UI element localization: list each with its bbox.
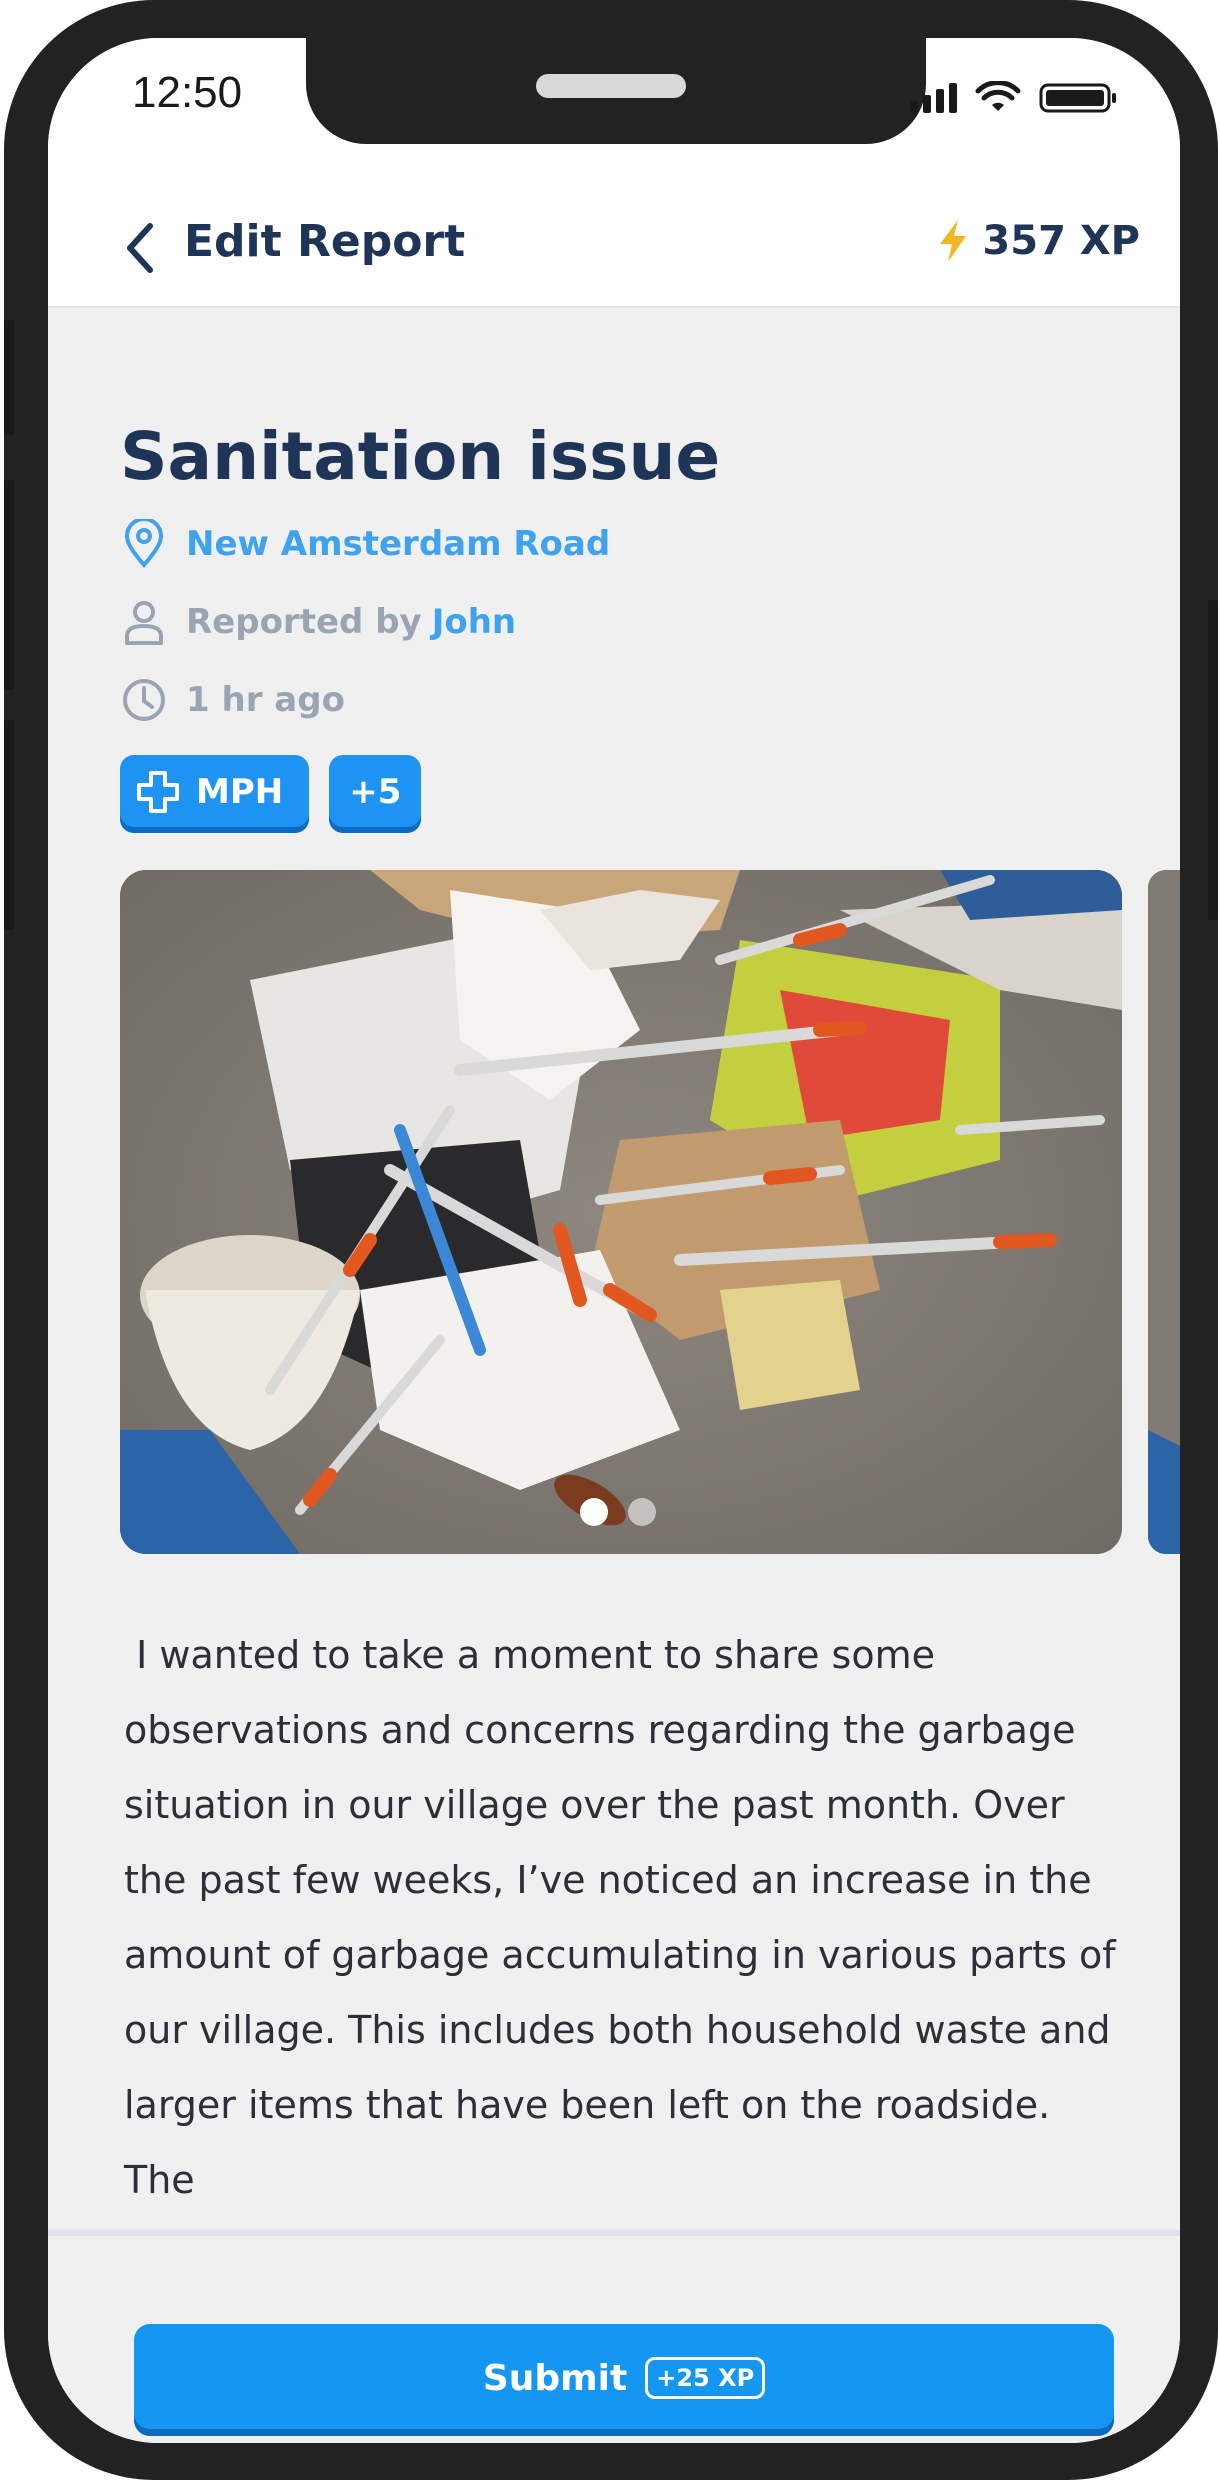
tag-list: MPH +5 (120, 755, 422, 833)
location-label: New Amsterdam Road (186, 524, 611, 564)
xp-counter: 357 XP (936, 218, 1140, 264)
carousel-dots (580, 1498, 656, 1526)
submit-label: Submit (482, 2357, 628, 2399)
time-ago-label: 1 hr ago (186, 680, 345, 720)
tag-more-label: +5 (349, 772, 402, 812)
report-description: I wanted to take a moment to share some … (124, 1633, 1128, 2202)
silent-switch (4, 320, 14, 435)
carousel-dot[interactable] (628, 1498, 656, 1526)
wifi-icon (975, 81, 1021, 111)
lightning-icon (940, 220, 967, 262)
back-button[interactable] (120, 218, 160, 278)
tag-more[interactable]: +5 (329, 755, 422, 833)
next-photo-preview[interactable] (1148, 870, 1180, 1554)
footer: Submit +25 XP (48, 2230, 1180, 2443)
page-title: Edit Report (184, 216, 466, 267)
app-header: Edit Report 357 XP (48, 178, 1180, 308)
medical-cross-icon (136, 770, 180, 814)
location-pin-icon (120, 519, 168, 569)
status-icons (910, 78, 1119, 118)
reported-by-label: Reported by (186, 602, 422, 642)
signal-icon (910, 83, 957, 113)
screen: 12:50 Edit Report 357 XP Sanitation issu… (48, 38, 1180, 2443)
chevron-left-icon (127, 223, 153, 273)
time-row: 1 hr ago (120, 676, 345, 724)
volume-up-button (4, 480, 14, 690)
carousel-dot[interactable] (580, 1498, 608, 1526)
photo-carousel[interactable] (120, 870, 1180, 1554)
report-title: Sanitation issue (120, 418, 721, 495)
status-bar: 12:50 (48, 38, 1180, 178)
phone-frame: 12:50 Edit Report 357 XP Sanitation issu… (4, 0, 1218, 2480)
xp-value: 357 XP (982, 218, 1140, 264)
user-icon (120, 598, 168, 646)
volume-down-button (4, 720, 14, 930)
reporter-name[interactable]: John (432, 602, 516, 642)
xp-reward-badge: +25 XP (645, 2357, 766, 2399)
report-photo[interactable] (120, 870, 1122, 1554)
status-time: 12:50 (132, 68, 243, 117)
submit-button[interactable]: Submit +25 XP (134, 2324, 1114, 2436)
tag-label: MPH (196, 772, 284, 812)
report-content[interactable]: Sanitation issue New Amsterdam Road Repo… (48, 308, 1180, 2230)
power-button (1208, 600, 1218, 920)
tag-mph[interactable]: MPH (120, 755, 310, 833)
speaker (536, 74, 686, 98)
battery-icon (1039, 83, 1116, 113)
location-row[interactable]: New Amsterdam Road (120, 519, 611, 569)
reporter-row: Reported by John (120, 598, 516, 646)
clock-icon (120, 676, 168, 724)
